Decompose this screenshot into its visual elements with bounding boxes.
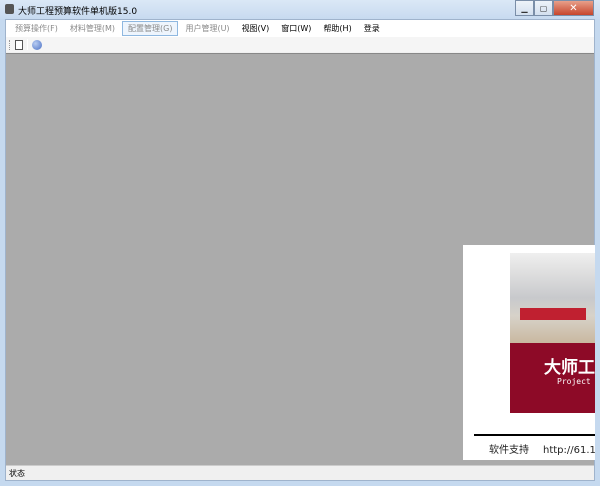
toolbar <box>6 37 594 52</box>
support-info: 软件支持 http://61.1 <box>489 441 596 456</box>
mdi-workspace: 大师工 Project 软件支持 http://61.1 <box>6 53 596 466</box>
menu-materials[interactable]: 材料管理(M) <box>65 22 120 35</box>
splash-photo <box>510 253 596 343</box>
toolbar-separator <box>27 39 28 50</box>
menu-users[interactable]: 用户管理(U) <box>180 22 234 35</box>
splash-banner: 大师工 Project <box>510 343 596 413</box>
globe-icon[interactable] <box>32 39 42 50</box>
minimize-button[interactable]: ▁ <box>515 0 534 16</box>
menu-budget[interactable]: 预算操作(F) <box>10 22 63 35</box>
client-area: 预算操作(F) 材料管理(M) 配置管理(G) 用户管理(U) 视图(V) 窗口… <box>5 19 596 481</box>
window-title: 大师工程预算软件单机版15.0 <box>18 7 138 17</box>
window-frame-right <box>595 19 600 486</box>
menu-bar: 预算操作(F) 材料管理(M) 配置管理(G) 用户管理(U) 视图(V) 窗口… <box>6 20 594 37</box>
toolbar-grip[interactable] <box>9 39 11 50</box>
status-bar: 状态 <box>6 465 594 480</box>
menu-login[interactable]: 登录 <box>359 22 385 35</box>
new-document-icon[interactable] <box>15 39 23 50</box>
menu-view[interactable]: 视图(V) <box>237 22 275 35</box>
support-label: 软件支持 <box>489 445 529 456</box>
maximize-button[interactable]: ▢ <box>534 0 553 16</box>
splash-title-zh: 大师工 <box>544 358 595 378</box>
splash-panel: 大师工 Project 软件支持 http://61.1 <box>463 245 596 460</box>
app-icon <box>5 4 14 14</box>
close-button[interactable]: ✕ <box>553 0 594 16</box>
menu-help[interactable]: 帮助(H) <box>318 22 356 35</box>
menu-window[interactable]: 窗口(W) <box>276 22 316 35</box>
sofa-image <box>520 308 586 320</box>
status-text: 状态 <box>9 469 25 478</box>
splash-title-en: Project <box>557 377 591 386</box>
title-bar: 大师工程预算软件单机版15.0 ▁ ▢ ✕ <box>0 0 600 19</box>
support-url: http://61.1 <box>543 445 596 456</box>
splash-divider <box>474 434 596 436</box>
menu-config[interactable]: 配置管理(G) <box>122 21 179 36</box>
